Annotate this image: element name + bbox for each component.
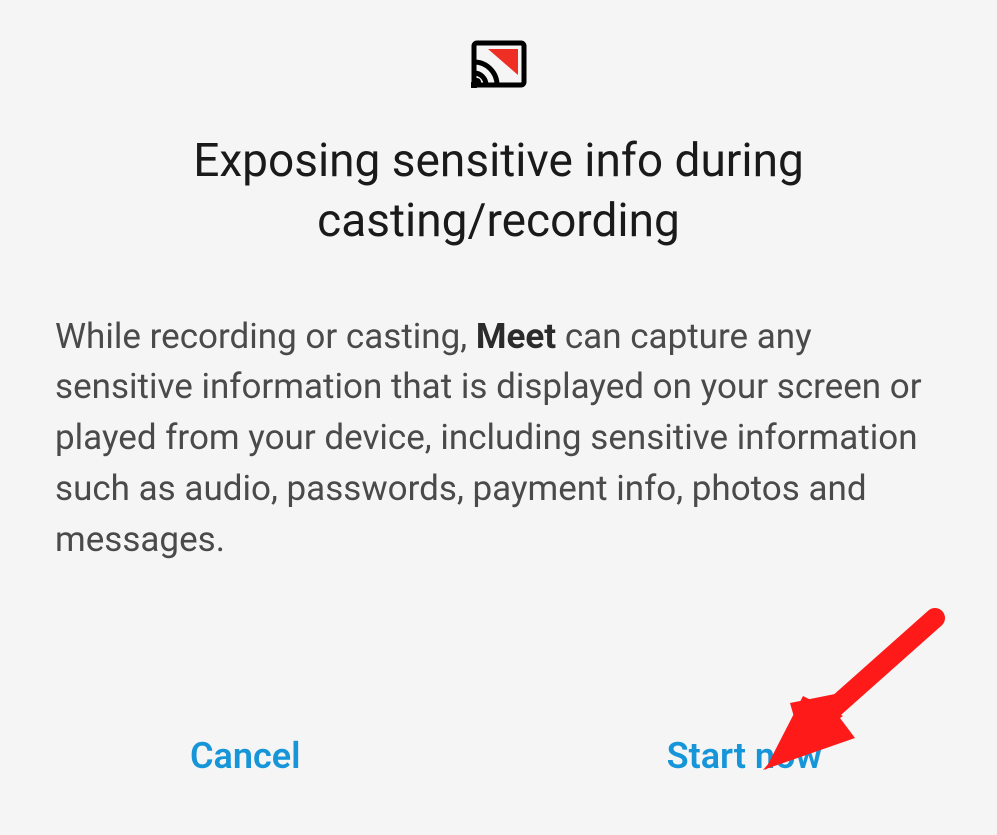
dialog-body-pre: While recording or casting, [55, 316, 476, 357]
dialog-title: Exposing sensitive info during casting/r… [55, 132, 942, 252]
dialog-body-app: Meet [476, 316, 556, 357]
casting-warning-dialog: Exposing sensitive info during casting/r… [0, 0, 997, 835]
dialog-icon-wrap [55, 40, 942, 92]
start-now-button[interactable]: Start now [667, 735, 822, 777]
cancel-button[interactable]: Cancel [190, 735, 300, 777]
dialog-body: While recording or casting, Meet can cap… [55, 312, 942, 566]
dialog-button-row: Cancel Start now [55, 735, 942, 785]
cast-recording-icon [471, 40, 527, 92]
